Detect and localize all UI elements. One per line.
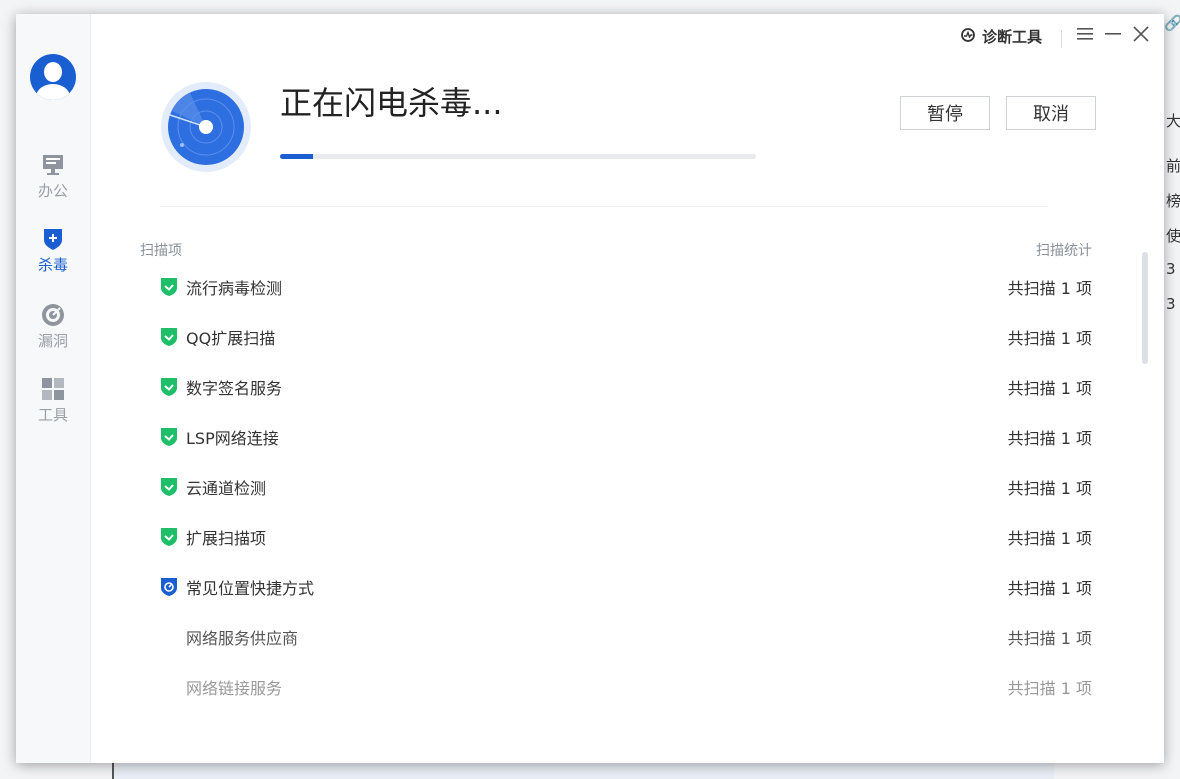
scan-item-row: 数字签名服务 共扫描 1 项 (160, 362, 1096, 412)
radar-scan-icon (160, 81, 252, 173)
diagnostic-tools-label: 诊断工具 (981, 28, 1042, 46)
scan-progress-bar (280, 154, 756, 159)
cancel-button[interactable]: 取消 (1006, 96, 1096, 130)
scan-progress-fill (280, 154, 314, 159)
hamburger-icon (1077, 28, 1093, 40)
background-text: 3 (1166, 260, 1176, 278)
scan-item-stat: 共扫描 1 项 (1007, 529, 1092, 548)
background-text: 前 (1166, 157, 1180, 175)
sidebar-item-label: 工具 (37, 406, 68, 424)
sidebar: 办公 杀毒 漏洞 工具 (16, 14, 91, 763)
scan-item-label: LSP网络连接 (186, 429, 279, 448)
scan-item-label: 网络链接服务 (186, 679, 283, 698)
background-text: 使 (1166, 227, 1180, 245)
shield-check-icon (160, 377, 178, 397)
shield-check-icon (160, 477, 178, 497)
monitor-icon (40, 152, 66, 178)
shield-scanning-icon (160, 577, 178, 597)
scan-item-row: 云通道检测 共扫描 1 项 (160, 462, 1096, 512)
minimize-icon (1105, 33, 1121, 35)
sidebar-item-label: 办公 (37, 182, 68, 200)
scan-item-row: 扩展扫描项 共扫描 1 项 (160, 512, 1096, 562)
shield-check-icon (160, 427, 178, 447)
scan-item-label: QQ扩展扫描 (186, 329, 276, 348)
section-divider (160, 206, 1048, 207)
scan-item-stat: 共扫描 1 项 (1007, 479, 1092, 498)
minimize-button[interactable] (1104, 22, 1122, 46)
shield-check-icon (160, 277, 178, 297)
scan-item-stat: 共扫描 1 项 (1007, 379, 1092, 398)
menu-button[interactable] (1076, 22, 1094, 46)
window-controls (1076, 22, 1150, 46)
diagnostic-tools-button[interactable]: 诊断工具 (960, 26, 1042, 47)
column-header-stat: 扫描统计 (1036, 243, 1092, 259)
scan-item-row: LSP网络连接 共扫描 1 项 (160, 412, 1096, 462)
sidebar-item-vulnerability[interactable]: 漏洞 (16, 302, 90, 351)
scan-item-label: 数字签名服务 (186, 379, 283, 398)
background-text: 3 (1166, 295, 1176, 313)
target-icon (40, 302, 66, 328)
avatar[interactable] (30, 54, 76, 100)
scan-item-label: 常见位置快捷方式 (186, 579, 315, 598)
sidebar-item-antivirus[interactable]: 杀毒 (16, 226, 90, 275)
scan-item-label: 扩展扫描项 (186, 529, 267, 548)
background-text: 大纟 (1166, 112, 1180, 130)
close-icon (1133, 26, 1149, 42)
antivirus-window: 办公 杀毒 漏洞 工具 诊断工具 正在闪电杀毒... 暂停 取消 扫描项 扫描统… (16, 14, 1164, 763)
shield-check-icon (160, 527, 178, 547)
grid-icon (40, 376, 66, 402)
sidebar-item-tools[interactable]: 工具 (16, 376, 90, 425)
scan-item-row: QQ扩展扫描 共扫描 1 项 (160, 312, 1096, 362)
scan-item-stat: 共扫描 1 项 (1007, 429, 1092, 448)
scrollbar[interactable] (1142, 252, 1148, 364)
scan-item-label: 云通道检测 (186, 479, 267, 498)
column-header-item: 扫描项 (140, 243, 182, 259)
scan-item-label: 网络服务供应商 (186, 629, 299, 648)
scan-item-row: 网络链接服务 共扫描 1 项 (160, 662, 1096, 712)
shield-check-icon (160, 327, 178, 347)
sidebar-item-label: 杀毒 (37, 256, 68, 274)
sidebar-item-office[interactable]: 办公 (16, 152, 90, 201)
pause-button[interactable]: 暂停 (900, 96, 990, 130)
titlebar-divider (1061, 30, 1062, 48)
scan-item-stat: 共扫描 1 项 (1007, 579, 1092, 598)
sidebar-item-label: 漏洞 (37, 332, 68, 350)
scan-item-stat: 共扫描 1 项 (1007, 279, 1092, 298)
scan-item-stat: 共扫描 1 项 (1007, 629, 1092, 648)
close-button[interactable] (1132, 22, 1150, 46)
background-text: 榜 (1166, 192, 1180, 210)
scan-item-row: 网络服务供应商 共扫描 1 项 (160, 612, 1096, 662)
scan-item-label: 流行病毒检测 (186, 279, 283, 298)
link-icon: 🔗 (1164, 14, 1180, 32)
scan-item-row: 常见位置快捷方式 共扫描 1 项 (160, 562, 1096, 612)
diagnostic-icon (960, 27, 976, 47)
shield-plus-icon (40, 226, 66, 252)
scan-item-stat: 共扫描 1 项 (1007, 679, 1092, 698)
scan-title: 正在闪电杀毒... (280, 84, 503, 122)
scan-item-row: 流行病毒检测 共扫描 1 项 (160, 262, 1096, 312)
scan-item-stat: 共扫描 1 项 (1007, 329, 1092, 348)
